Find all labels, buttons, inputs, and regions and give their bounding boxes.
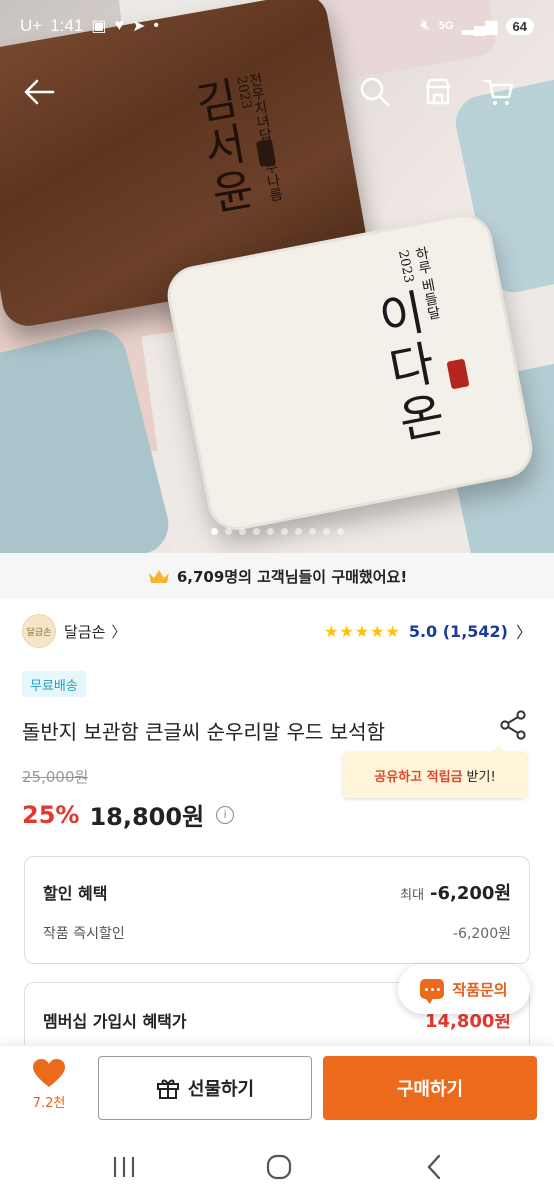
recent-apps-icon bbox=[113, 1157, 135, 1177]
home-button[interactable] bbox=[254, 1149, 304, 1185]
mute-icon: 🔇︎ bbox=[420, 17, 431, 34]
discount-benefit-card: 할인 혜택 최대 -6,200원 작품 즉시할인 -6,200원 bbox=[24, 856, 530, 964]
inquiry-label: 작품문의 bbox=[452, 980, 508, 999]
carousel-dot bbox=[210, 528, 218, 535]
discount-rate: 25% bbox=[22, 800, 80, 829]
sale-price: 18,800원 bbox=[89, 803, 205, 831]
gift-label: 선물하기 bbox=[187, 1079, 255, 1100]
gift-icon bbox=[156, 1079, 179, 1099]
like-button[interactable]: 7.2천 bbox=[18, 1058, 80, 1111]
share-reward-tooltip[interactable]: 공유하고 적립금 받기! bbox=[343, 745, 527, 798]
network-label: 5G bbox=[438, 20, 454, 32]
cart-icon bbox=[483, 79, 514, 105]
search-icon bbox=[360, 77, 390, 107]
share-reward-highlight: 공유하고 적립금 bbox=[374, 769, 463, 785]
system-back-button[interactable] bbox=[409, 1149, 459, 1185]
time-label: 1:41 bbox=[50, 16, 84, 35]
send-notification-icon: ➤ bbox=[131, 18, 146, 35]
membership-card-title: 멤버십 가입시 혜택가 bbox=[43, 1012, 187, 1031]
cart-button[interactable] bbox=[474, 62, 524, 122]
bottom-action-bar: 7.2천 선물하기 구매하기 bbox=[0, 1045, 554, 1135]
chat-icon bbox=[420, 979, 445, 1004]
crown-icon bbox=[148, 570, 169, 583]
heart-notification-icon: ♥ bbox=[114, 17, 124, 34]
carousel-dot bbox=[266, 528, 274, 535]
product-title: 돌반지 보관함 큰글씨 순우리말 우드 보석함 bbox=[22, 720, 385, 744]
carousel-dot bbox=[224, 528, 232, 535]
free-shipping-badge: 무료배송 bbox=[22, 671, 86, 697]
original-price: 25,000원 bbox=[22, 768, 89, 786]
rating-value: 5.0 (1,542) bbox=[408, 621, 508, 641]
purchase-count-text: 6,709명의 고객님들이 구매했어요! bbox=[176, 567, 408, 586]
seller-name-link[interactable]: 달금손 bbox=[64, 621, 105, 642]
arrow-left-icon bbox=[24, 79, 55, 105]
rating-link[interactable]: ★★★★★ 5.0 (1,542) 〉 bbox=[324, 619, 532, 643]
system-navigation-bar bbox=[0, 1135, 554, 1200]
instant-discount-value: -6,200원 bbox=[452, 926, 511, 942]
screenshot-icon: ▣ bbox=[91, 18, 107, 35]
seller-row: 달금손 달금손 〉 ★★★★★ 5.0 (1,542) 〉 bbox=[22, 612, 532, 650]
info-icon[interactable]: i bbox=[216, 805, 235, 824]
discount-card-title: 할인 혜택 bbox=[43, 884, 108, 903]
share-reward-rest: 받기! bbox=[466, 769, 496, 785]
purchase-count-banner: 6,709명의 고객님들이 구매했어요! bbox=[0, 553, 554, 599]
instant-discount-label: 작품 즉시할인 bbox=[43, 926, 125, 942]
like-count: 7.2천 bbox=[32, 1096, 66, 1111]
store-home-button[interactable] bbox=[413, 62, 463, 122]
heart-icon bbox=[33, 1059, 65, 1087]
carrier-label: U+ bbox=[20, 16, 43, 35]
share-icon bbox=[500, 710, 526, 740]
product-inquiry-button[interactable]: 작품문의 bbox=[398, 964, 530, 1014]
carousel-dot bbox=[294, 528, 302, 535]
store-icon bbox=[425, 78, 451, 105]
battery-indicator: 64 bbox=[505, 17, 534, 35]
share-button[interactable] bbox=[496, 708, 530, 742]
top-navigation bbox=[0, 62, 554, 122]
gift-button[interactable]: 선물하기 bbox=[98, 1056, 312, 1120]
search-button[interactable] bbox=[350, 62, 400, 122]
buy-button[interactable]: 구매하기 bbox=[323, 1056, 537, 1120]
recent-apps-button[interactable] bbox=[99, 1149, 149, 1185]
chevron-right-icon: 〉 bbox=[515, 623, 532, 642]
carousel-dot bbox=[238, 528, 246, 535]
carousel-dot bbox=[336, 528, 344, 535]
chevron-right-icon: 〉 bbox=[111, 622, 127, 641]
carousel-dot bbox=[322, 528, 330, 535]
dot-icon: • bbox=[153, 17, 159, 34]
signal-icon: ▂▄▆ bbox=[461, 18, 498, 35]
max-discount-value: -6,200원 bbox=[430, 883, 511, 904]
status-bar: U+ 1:41 ▣ ♥ ➤ • 🔇︎ 5G ▂▄▆ 64 bbox=[0, 0, 554, 52]
back-button[interactable] bbox=[14, 62, 64, 122]
carousel-dot bbox=[252, 528, 260, 535]
home-icon bbox=[266, 1154, 292, 1180]
chevron-left-icon bbox=[427, 1154, 441, 1180]
carousel-dot bbox=[280, 528, 288, 535]
max-discount-label: 최대 bbox=[400, 888, 425, 903]
carousel-dot bbox=[308, 528, 316, 535]
seller-avatar[interactable]: 달금손 bbox=[22, 614, 56, 648]
price-row: 25% 18,800원 i bbox=[22, 797, 235, 832]
carousel-indicator bbox=[0, 528, 554, 535]
star-rating-icon: ★★★★★ bbox=[324, 621, 401, 641]
